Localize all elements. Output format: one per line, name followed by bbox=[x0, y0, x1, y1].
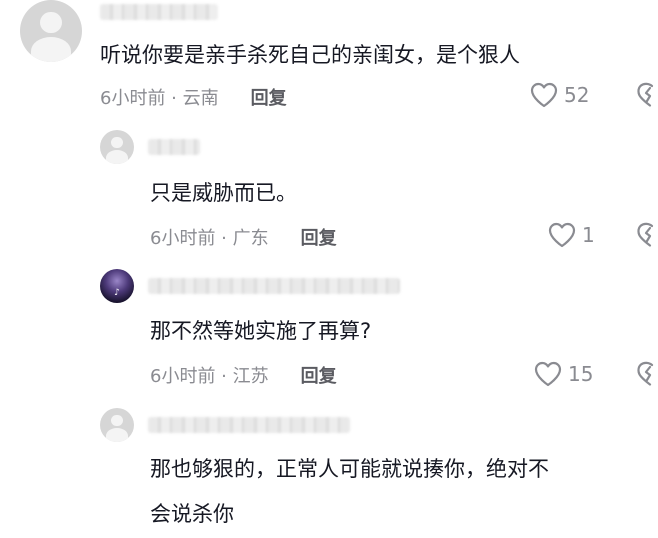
avatar[interactable] bbox=[20, 0, 82, 62]
username-redacted[interactable] bbox=[148, 278, 400, 294]
heart-outline-icon bbox=[548, 222, 576, 248]
username-redacted[interactable] bbox=[148, 139, 200, 155]
avatar[interactable] bbox=[100, 130, 134, 164]
comment-meta: 6小时前 · 云南 回复 bbox=[100, 84, 287, 110]
avatar[interactable]: ♪ bbox=[100, 269, 134, 303]
comment-meta: 6小时前 · 广东 回复 bbox=[150, 224, 337, 250]
comment-time-location: 6小时前 · 云南 bbox=[100, 88, 219, 109]
reply-button[interactable]: 回复 bbox=[251, 84, 287, 110]
like-button[interactable]: 15 bbox=[534, 361, 593, 387]
username-redacted[interactable] bbox=[148, 417, 350, 433]
broken-heart-icon[interactable] bbox=[636, 361, 658, 387]
reply-button[interactable]: 回复 bbox=[301, 224, 337, 250]
comment-text-line-2: 会说杀你 bbox=[150, 502, 234, 526]
comment-text: 那不然等她实施了再算? bbox=[150, 319, 372, 343]
comment-time-location: 6小时前 · 广东 bbox=[150, 228, 269, 249]
comment-text: 只是威胁而已。 bbox=[150, 181, 297, 205]
heart-outline-icon bbox=[534, 361, 562, 387]
broken-heart-icon[interactable] bbox=[636, 82, 658, 108]
reply-button[interactable]: 回复 bbox=[301, 362, 337, 388]
like-count: 15 bbox=[568, 362, 594, 386]
avatar[interactable] bbox=[100, 408, 134, 442]
like-button[interactable]: 52 bbox=[530, 82, 589, 108]
comment-text: 听说你要是亲手杀死自己的亲闺女，是个狠人 bbox=[100, 43, 520, 67]
heart-outline-icon bbox=[530, 82, 558, 108]
comment-meta: 6小时前 · 江苏 回复 bbox=[150, 362, 337, 388]
like-button[interactable]: 1 bbox=[548, 222, 595, 248]
like-count: 1 bbox=[582, 223, 595, 247]
comment-time-location: 6小时前 · 江苏 bbox=[150, 366, 269, 387]
comment-text-line-1: 那也够狠的，正常人可能就说揍你，绝对不 bbox=[150, 457, 549, 481]
tiktok-icon: ♪ bbox=[114, 288, 120, 298]
broken-heart-icon[interactable] bbox=[636, 222, 658, 248]
like-count: 52 bbox=[564, 83, 590, 107]
username-redacted[interactable] bbox=[100, 4, 218, 20]
